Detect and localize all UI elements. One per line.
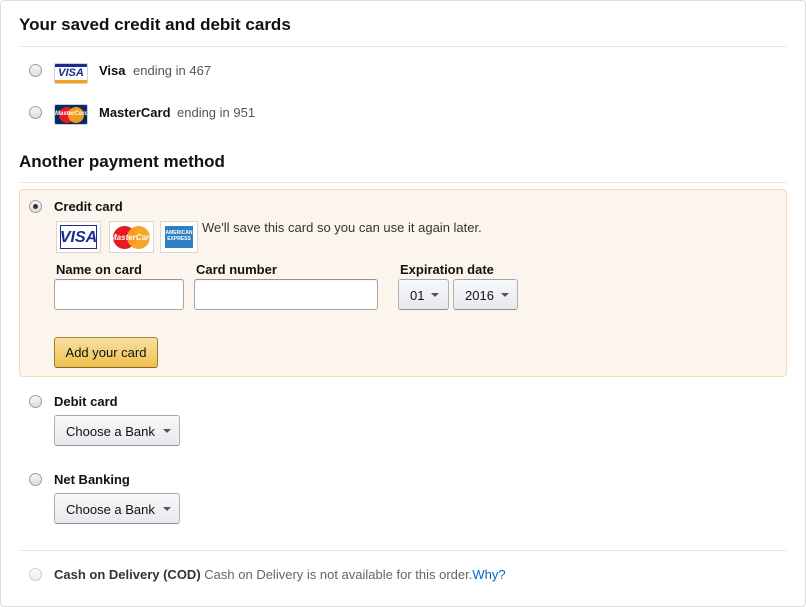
- net-banking-radio[interactable]: [29, 473, 42, 486]
- saved-card-brand: MasterCard: [99, 105, 171, 120]
- chevron-down-icon: [163, 429, 171, 433]
- card-number-label: Card number: [196, 262, 277, 277]
- divider: [19, 46, 787, 47]
- saved-card-ending: ending in 951: [177, 105, 256, 120]
- card-number-input[interactable]: [194, 279, 378, 310]
- visa-logo: VISA: [56, 221, 101, 253]
- saved-cards-heading: Your saved credit and debit cards: [19, 15, 291, 34]
- visa-logo: VISA: [54, 63, 88, 84]
- expiry-month-select[interactable]: 01: [398, 279, 449, 310]
- saved-card-ending: ending in 467: [133, 63, 212, 78]
- cod-label: Cash on Delivery (COD): [54, 567, 201, 582]
- cod-line: Cash on Delivery (COD) Cash on Delivery …: [54, 567, 506, 582]
- netbanking-bank-select[interactable]: Choose a Bank: [54, 493, 180, 524]
- visa-saved-radio[interactable]: [29, 64, 42, 77]
- add-your-card-button[interactable]: Add your card: [54, 337, 158, 368]
- debit-card-label: Debit card: [54, 394, 118, 409]
- net-banking-label: Net Banking: [54, 472, 130, 487]
- debit-bank-select[interactable]: Choose a Bank: [54, 415, 180, 446]
- saved-card-brand: Visa: [99, 63, 126, 78]
- name-on-card-label: Name on card: [56, 262, 142, 277]
- chevron-down-icon: [431, 293, 439, 297]
- another-payment-heading: Another payment method: [19, 152, 225, 171]
- expiration-date-label: Expiration date: [400, 262, 494, 277]
- name-on-card-input[interactable]: [54, 279, 184, 310]
- mastercard-logo: MasterCard: [109, 221, 154, 253]
- cod-radio[interactable]: [29, 568, 42, 581]
- chevron-down-icon: [501, 293, 509, 297]
- divider: [19, 550, 787, 551]
- expiry-year-select[interactable]: 2016: [453, 279, 518, 310]
- amex-logo: AMERICAN EXPRESS: [160, 221, 198, 253]
- mastercard-logo: MasterCard: [54, 104, 88, 125]
- mastercard-saved-radio[interactable]: [29, 106, 42, 119]
- credit-card-radio[interactable]: [29, 200, 42, 213]
- debit-card-radio[interactable]: [29, 395, 42, 408]
- cod-note: Cash on Delivery is not available for th…: [204, 567, 473, 582]
- divider: [19, 182, 787, 183]
- save-card-note: We'll save this card so you can use it a…: [202, 220, 482, 235]
- credit-card-label: Credit card: [54, 199, 123, 214]
- why-link[interactable]: Why?: [472, 567, 505, 582]
- chevron-down-icon: [163, 507, 171, 511]
